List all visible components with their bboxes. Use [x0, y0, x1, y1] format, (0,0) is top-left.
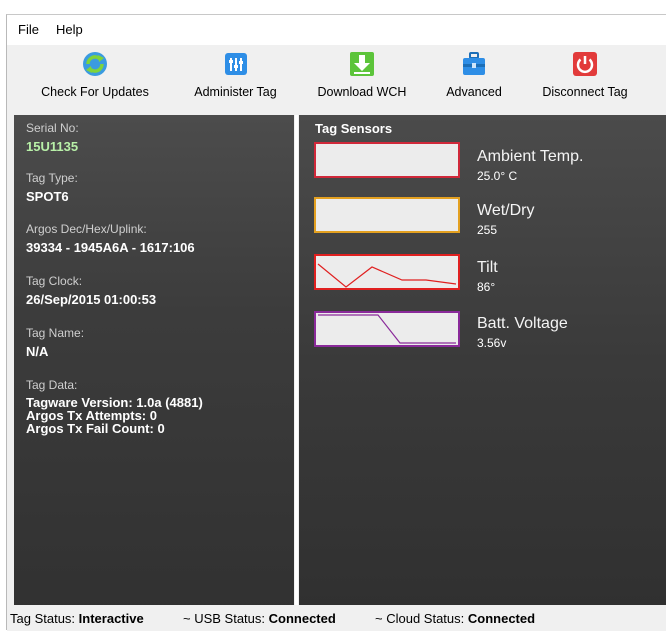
application-window: File Help Check For Updates Administer T…	[6, 14, 666, 631]
serial-field: Serial No: 15U1135	[26, 121, 79, 154]
wet-dry-graph	[314, 197, 460, 233]
batt-voltage-value: 3.56v	[477, 336, 507, 350]
tilt-name: Tilt	[477, 259, 498, 276]
batt-voltage-name: Batt. Voltage	[477, 315, 568, 332]
administer-tag-label: Administer Tag	[194, 85, 277, 99]
serial-value: 15U1135	[26, 139, 79, 154]
sliders-icon	[224, 53, 247, 75]
download-arrow-icon	[350, 52, 374, 76]
cloud-status: ~ Cloud Status: Connected	[375, 611, 535, 626]
tag-status: Tag Status: Interactive	[10, 611, 144, 626]
panel-divider[interactable]	[295, 115, 298, 613]
disconnect-tag-button[interactable]: Disconnect Tag	[529, 50, 641, 110]
tag-sensors-panel: Tag Sensors Ambient Temp. 25.0° C Wet/Dr…	[299, 115, 666, 613]
usb-status-label: ~ USB Status:	[183, 611, 266, 626]
tag-info-panel: Serial No: 15U1135 Tag Type: SPOT6 Argos…	[14, 115, 294, 613]
tag-clock-field: Tag Clock: 26/Sep/2015 01:00:53	[26, 274, 156, 307]
advanced-label: Advanced	[446, 85, 502, 99]
menu-file[interactable]: File	[18, 22, 39, 37]
tag-data-field: Tag Data: Tagware Version: 1.0a (4881) A…	[26, 378, 203, 435]
ambient-temp-name: Ambient Temp.	[477, 148, 584, 165]
serial-label: Serial No:	[26, 121, 79, 135]
tag-data-line: Argos Tx Fail Count: 0	[26, 421, 165, 436]
refresh-update-icon	[83, 52, 107, 76]
download-wch-button[interactable]: Download WCH	[305, 50, 419, 110]
tag-status-value: Interactive	[78, 611, 144, 626]
check-for-updates-label: Check For Updates	[41, 85, 149, 99]
usb-status-value: Connected	[268, 611, 336, 626]
tag-type-value: SPOT6	[26, 189, 69, 204]
batt-voltage-graph	[314, 311, 460, 347]
wet-dry-name: Wet/Dry	[477, 202, 535, 219]
download-wch-label: Download WCH	[317, 85, 407, 99]
status-bar: Tag Status: Interactive ~ USB Status: Co…	[7, 605, 666, 631]
toolbox-icon	[463, 52, 485, 75]
toolbar: Check For Updates Administer Tag Downloa…	[7, 45, 666, 117]
argos-field: Argos Dec/Hex/Uplink: 39334 - 1945A6A - …	[26, 222, 195, 255]
cloud-status-label: ~ Cloud Status:	[375, 611, 465, 626]
cloud-status-value: Connected	[467, 611, 536, 626]
tag-name-value: N/A	[26, 344, 49, 359]
tag-type-field: Tag Type: SPOT6	[26, 171, 78, 204]
advanced-button[interactable]: Advanced	[437, 50, 511, 110]
tilt-trend-line	[317, 263, 457, 288]
tag-clock-label: Tag Clock:	[26, 274, 83, 288]
menu-bar: File Help	[7, 15, 666, 45]
argos-value: 39334 - 1945A6A - 1617:106	[26, 240, 195, 255]
argos-label: Argos Dec/Hex/Uplink:	[26, 222, 147, 236]
menu-help[interactable]: Help	[56, 22, 83, 37]
tag-clock-value: 26/Sep/2015 01:00:53	[26, 292, 157, 307]
check-for-updates-button[interactable]: Check For Updates	[35, 50, 155, 110]
tag-sensors-title: Tag Sensors	[315, 121, 393, 136]
tag-name-field: Tag Name: N/A	[26, 326, 84, 359]
ambient-temp-value: 25.0° C	[477, 169, 518, 183]
tag-data-label: Tag Data:	[26, 378, 78, 392]
tilt-graph	[314, 254, 460, 290]
tag-name-label: Tag Name:	[26, 326, 85, 340]
ambient-temp-graph	[314, 142, 460, 178]
wet-dry-value: 255	[477, 223, 498, 237]
disconnect-tag-label: Disconnect Tag	[542, 85, 628, 99]
power-icon	[573, 52, 597, 76]
administer-tag-button[interactable]: Administer Tag	[183, 50, 288, 110]
tag-status-label: Tag Status:	[10, 611, 76, 626]
tag-type-label: Tag Type:	[26, 171, 78, 185]
usb-status: ~ USB Status: Connected	[183, 611, 336, 626]
batt-voltage-trend-line	[318, 314, 456, 344]
tilt-value: 86°	[477, 280, 496, 294]
